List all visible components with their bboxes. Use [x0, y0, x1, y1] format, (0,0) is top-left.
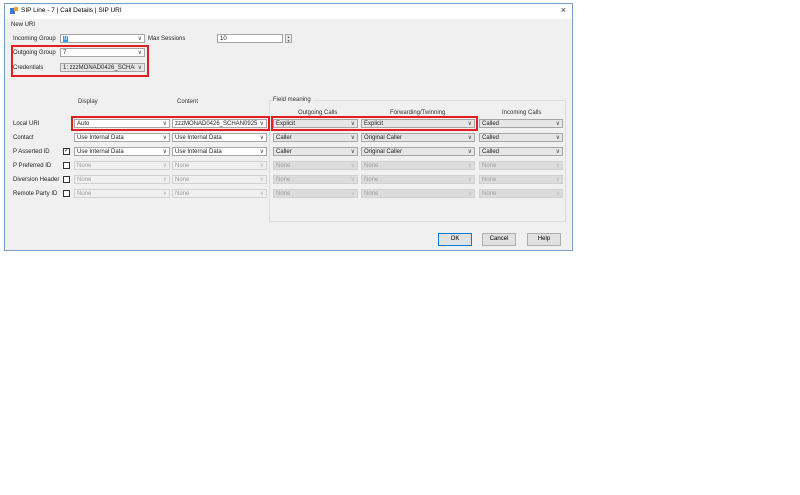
max-sessions-input[interactable]: 10: [217, 34, 283, 43]
row-label-remote-party-id: Remote Party ID: [13, 191, 58, 197]
chevron-down-icon: ∨: [259, 149, 264, 155]
p-preferred-id-display-select[interactable]: None ∨: [74, 161, 170, 170]
row-label-diversion-header: Diversion Header: [13, 177, 60, 183]
incoming-group-select[interactable]: 0 ∨: [60, 34, 145, 43]
chevron-down-icon: ∨: [259, 177, 264, 183]
p-asserted-id-display-select[interactable]: Use Internal Data ∨: [74, 147, 170, 156]
p-preferred-id-outgoing-select[interactable]: None ∨: [273, 161, 358, 170]
incoming-group-label: Incoming Group: [13, 36, 56, 42]
sip-uri-dialog: SIP Line - 7 | Call Details | SIP URI × …: [4, 3, 573, 251]
p-preferred-id-checkbox[interactable]: [63, 162, 70, 169]
row-label-local-uri: Local URI: [13, 121, 40, 127]
chevron-down-icon: ∨: [555, 121, 560, 127]
ok-button[interactable]: OK: [438, 233, 472, 246]
chevron-down-icon: ∨: [162, 177, 167, 183]
row-label-contact: Contact: [13, 135, 34, 141]
chevron-down-icon: ∨: [259, 163, 264, 169]
chevron-down-icon: ∨: [467, 149, 472, 155]
chevron-down-icon: ∨: [555, 191, 560, 197]
highlight-box-meaning: [271, 116, 478, 131]
contact-incoming-select[interactable]: Called ∨: [479, 133, 563, 142]
row-label-p-preferred-id: P Preferred ID: [13, 163, 52, 169]
p-asserted-id-content-select[interactable]: Use Internal Data ∨: [172, 147, 267, 156]
chevron-down-icon: ∨: [350, 163, 355, 169]
incoming-calls-header: Incoming Calls: [502, 110, 542, 116]
remote-party-id-forwarding-select[interactable]: None ∨: [361, 189, 475, 198]
remote-party-id-content-select[interactable]: None ∨: [172, 189, 267, 198]
window-title: SIP Line - 7 | Call Details | SIP URI: [21, 7, 122, 14]
contact-display-select[interactable]: Use Internal Data ∨: [74, 133, 170, 142]
local-uri-incoming-select[interactable]: Called ∨: [479, 119, 563, 128]
diversion-header-checkbox[interactable]: [63, 176, 70, 183]
spinner-arrows-icon[interactable]: ▲ ▼: [285, 34, 292, 43]
p-preferred-id-forwarding-select[interactable]: None ∨: [361, 161, 475, 170]
phone-app-icon: [10, 7, 18, 14]
diversion-header-incoming-select[interactable]: None ∨: [479, 175, 563, 184]
chevron-down-icon: ∨: [467, 191, 472, 197]
close-icon[interactable]: ×: [561, 5, 566, 15]
contact-outgoing-select[interactable]: Caller ∨: [273, 133, 358, 142]
help-button[interactable]: Help: [527, 233, 561, 246]
chevron-down-icon: ∨: [162, 163, 167, 169]
chevron-down-icon: ∨: [162, 149, 167, 155]
highlight-box-local-uri: [71, 116, 270, 131]
contact-content-select[interactable]: Use Internal Data ∨: [172, 133, 267, 142]
chevron-down-icon: ∨: [162, 191, 167, 197]
chevron-down-icon: ∨: [555, 177, 560, 183]
diversion-header-forwarding-select[interactable]: None ∨: [361, 175, 475, 184]
highlight-box-groups: [11, 45, 149, 77]
cancel-button[interactable]: Cancel: [482, 233, 516, 246]
chevron-down-icon: ∨: [350, 191, 355, 197]
chevron-down-icon: ∨: [350, 135, 355, 141]
chevron-down-icon: ∨: [555, 163, 560, 169]
chevron-down-icon: ∨: [259, 135, 264, 141]
contact-forwarding-select[interactable]: Original Caller ∨: [361, 133, 475, 142]
p-asserted-id-outgoing-select[interactable]: Caller ∨: [273, 147, 358, 156]
p-preferred-id-incoming-select[interactable]: None ∨: [479, 161, 563, 170]
remote-party-id-display-select[interactable]: None ∨: [74, 189, 170, 198]
chevron-down-icon: ∨: [467, 135, 472, 141]
remote-party-id-checkbox[interactable]: [63, 190, 70, 197]
chevron-down-icon: ∨: [555, 135, 560, 141]
row-label-p-asserted-id: P Asserted ID: [13, 149, 50, 155]
field-meaning-header: Field meaning: [273, 96, 313, 104]
chevron-down-icon: ∨: [162, 135, 167, 141]
chevron-down-icon: ∨: [259, 191, 264, 197]
diversion-header-outgoing-select[interactable]: None ∨: [273, 175, 358, 184]
diversion-header-display-select[interactable]: None ∨: [74, 175, 170, 184]
diversion-header-content-select[interactable]: None ∨: [172, 175, 267, 184]
chevron-down-icon: ∨: [467, 163, 472, 169]
remote-party-id-incoming-select[interactable]: None ∨: [479, 189, 563, 198]
content-header: Content: [177, 99, 199, 105]
p-preferred-id-content-select[interactable]: None ∨: [172, 161, 267, 170]
chevron-down-icon: ∨: [555, 149, 560, 155]
checkmark-icon: ✓: [64, 148, 70, 154]
chevron-down-icon: ∨: [467, 177, 472, 183]
p-asserted-id-checkbox[interactable]: ✓: [63, 148, 70, 155]
max-sessions-label: Max Sessions: [148, 36, 186, 42]
chevron-down-icon: ∨: [350, 149, 355, 155]
chevron-down-icon: ∨: [350, 177, 355, 183]
chevron-down-icon: ∨: [137, 36, 142, 42]
title-bar: SIP Line - 7 | Call Details | SIP URI ×: [5, 4, 572, 19]
p-asserted-id-incoming-select[interactable]: Called ∨: [479, 147, 563, 156]
p-asserted-id-forwarding-select[interactable]: Original Caller ∨: [361, 147, 475, 156]
section-label: New URI: [11, 22, 36, 28]
remote-party-id-outgoing-select[interactable]: None ∨: [273, 189, 358, 198]
display-header: Display: [78, 99, 98, 105]
